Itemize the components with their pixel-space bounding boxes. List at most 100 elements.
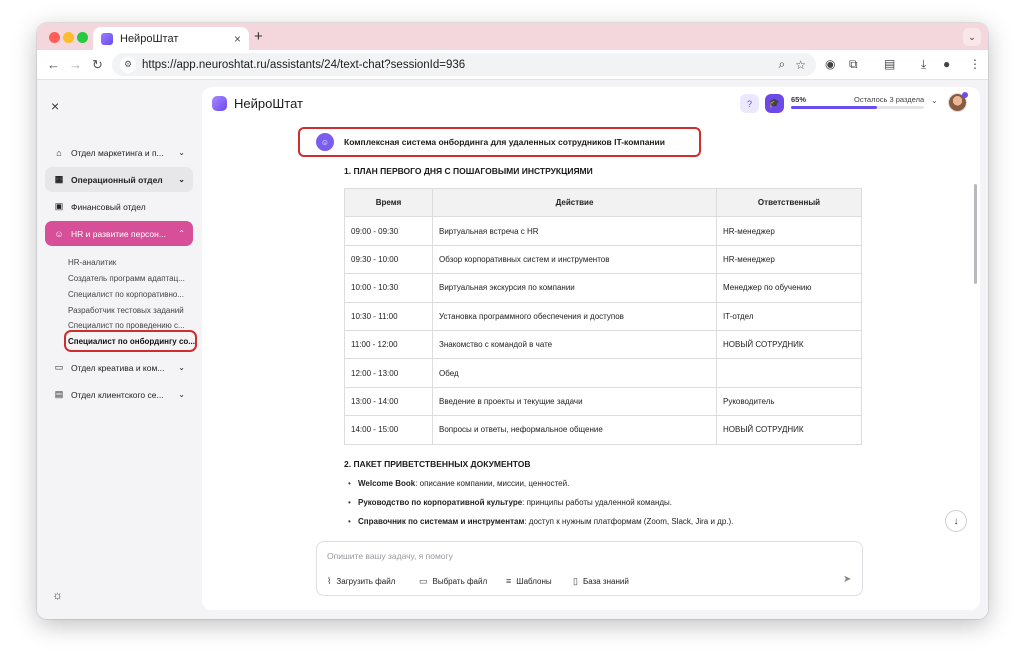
new-tab-button[interactable]: + xyxy=(254,28,263,45)
table-cell: Установка программного обеспечения и дос… xyxy=(432,301,717,331)
reload-icon[interactable]: ↻ xyxy=(92,57,103,73)
chevron-up-icon: ⌃ xyxy=(178,229,185,238)
table-cell: 09:30 - 10:00 xyxy=(344,244,433,275)
minimize-window-button[interactable] xyxy=(63,32,74,43)
close-window-button[interactable] xyxy=(49,32,60,43)
graduation-cap-button[interactable]: 🎓 xyxy=(765,94,784,113)
extension-icon[interactable]: ◉ xyxy=(825,57,835,71)
table-cell: 13:00 - 14:00 xyxy=(344,386,433,417)
sub-item-adaptation[interactable]: Создатель программ адаптац... xyxy=(68,273,195,285)
tab-close-icon[interactable]: × xyxy=(234,32,241,46)
site-info-icon[interactable]: ⚙ xyxy=(120,56,136,73)
sun-icon[interactable]: ☼ xyxy=(52,588,63,602)
sub-item-hr-analyst[interactable]: HR-аналитик xyxy=(68,257,195,269)
sidebar-item-hr[interactable]: ☺ HR и развитие персон... ⌃ xyxy=(45,221,193,246)
app-area: × ⌂ Отдел маркетинга и п... ⌄ ▦ Операцио… xyxy=(37,80,988,619)
templates-icon: ≡ xyxy=(506,576,512,586)
table-cell: Виртуальная экскурсия по компании xyxy=(432,273,717,303)
table-cell: Руководитель xyxy=(716,386,862,417)
sidebar-item-finance[interactable]: ▣ Финансовый отдел xyxy=(45,194,193,219)
chat-icon: ▭ xyxy=(54,362,64,372)
column-header: Ответственный xyxy=(716,187,862,218)
section-heading: 2. ПАКЕТ ПРИВЕТСТВЕННЫХ ДОКУМЕНТОВ xyxy=(344,459,531,469)
zoom-icon[interactable]: ⌕ xyxy=(779,57,786,72)
forward-icon[interactable]: → xyxy=(69,57,82,72)
sidebar-item-creative[interactable]: ▭ Отдел креатива и ком... ⌄ xyxy=(45,355,193,380)
sub-item-test-tasks[interactable]: Разработчик тестовых заданий xyxy=(68,305,195,317)
sidebar-item-label: Отдел креатива и ком... xyxy=(71,362,165,373)
progress-fill xyxy=(791,106,878,109)
table-cell: Обед xyxy=(432,358,717,388)
id-card-icon: ▤ xyxy=(54,389,64,399)
sidebar-item-operations[interactable]: ▦ Операционный отдел ⌄ xyxy=(45,167,193,192)
puzzle-icon[interactable]: ⧉ xyxy=(849,57,858,72)
section-heading: 1. ПЛАН ПЕРВОГО ДНЯ С ПОШАГОВЫМИ ИНСТРУК… xyxy=(344,166,593,176)
tool-label: Загрузить файл xyxy=(336,577,396,586)
download-icon[interactable]: ⤓ xyxy=(921,57,926,72)
browser-window: НейроШтат × + ⌄ ← → ↻ ⚙ https://app.neur… xyxy=(37,23,988,619)
reading-list-icon[interactable]: ▤ xyxy=(884,57,895,71)
chevron-down-icon: ⌄ xyxy=(178,148,185,157)
table-row: 09:30 - 10:00 Обзор корпоративных систем … xyxy=(344,244,862,275)
table-cell: 09:00 - 09:30 xyxy=(344,216,433,246)
list-item: Справочник по системам и инструментам: д… xyxy=(348,512,828,531)
send-icon[interactable]: ➤ xyxy=(843,574,851,585)
table-cell: Обзор корпоративных систем и инструменто… xyxy=(432,244,717,275)
list-item-text: : доступ к нужным платформам (Zoom, Slac… xyxy=(524,517,734,526)
chevron-down-icon[interactable]: ⌄ xyxy=(931,96,938,105)
wallet-icon: ▣ xyxy=(54,201,64,211)
menu-icon[interactable]: ⋮ xyxy=(969,57,981,71)
list-item-title: Справочник по системам и инструментам xyxy=(358,517,525,526)
help-button[interactable]: ? xyxy=(740,94,759,113)
folder-icon: ▭ xyxy=(419,576,428,586)
knowledge-base-button[interactable]: ▯ База знаний xyxy=(573,576,629,587)
chevron-down-icon: ⌄ xyxy=(178,175,185,184)
chevron-down-icon: ⌄ xyxy=(178,363,185,372)
brand-logo-icon xyxy=(212,96,227,111)
profile-icon[interactable]: ● xyxy=(943,57,950,71)
schedule-table: Время Действие Ответственный 09:00 - 09:… xyxy=(344,187,862,445)
table-cell: Виртуальная встреча с HR xyxy=(432,216,717,246)
tool-label: Шаблоны xyxy=(516,576,552,586)
choose-file-button[interactable]: ▭ Выбрать файл xyxy=(419,576,487,587)
sidebar-item-label: Отдел клиентского се... xyxy=(71,389,164,400)
list-item-text: : описание компании, миссии, ценностей. xyxy=(415,479,570,488)
list-item-title: Welcome Book xyxy=(358,479,416,488)
prompt-input[interactable] xyxy=(327,551,827,561)
address-bar[interactable]: ⚙ https://app.neuroshtat.ru/assistants/2… xyxy=(112,53,816,76)
chevron-down-icon: ⌄ xyxy=(178,390,185,399)
tab-search-button[interactable]: ⌄ xyxy=(963,28,981,46)
table-cell: 10:30 - 11:00 xyxy=(344,301,433,331)
list-item-text: : принципы работы удаленной команды. xyxy=(522,498,673,507)
bookmark-star-icon[interactable]: ☆ xyxy=(795,58,806,72)
browser-tab[interactable]: НейроШтат × xyxy=(93,27,249,50)
scrollbar[interactable] xyxy=(974,184,977,284)
composer: ⌇ Загрузить файл ▭ Выбрать файл ≡ Шаблоны ▯… xyxy=(316,541,863,596)
scroll-down-button[interactable]: ↓ xyxy=(945,510,967,532)
url-text[interactable]: https://app.neuroshtat.ru/assistants/24/… xyxy=(142,59,779,71)
sidebar-item-client-service[interactable]: ▤ Отдел клиентского се... ⌄ xyxy=(45,382,193,407)
table-cell: Знакомство с командой в чате xyxy=(432,329,717,360)
close-sidebar-icon[interactable]: × xyxy=(51,98,59,114)
table-row: 12:00 - 13:00 Обед xyxy=(344,358,862,388)
maximize-window-button[interactable] xyxy=(77,32,88,43)
table-row: 10:30 - 11:00 Установка программного обес… xyxy=(344,301,862,331)
browser-toolbar: ← → ↻ ⚙ https://app.neuroshtat.ru/assist… xyxy=(37,50,988,80)
assistant-chip: ☺ Комплексная система онбординга для уда… xyxy=(298,127,701,157)
table-cell: IT-отдел xyxy=(716,301,862,331)
sidebar-item-marketing[interactable]: ⌂ Отдел маркетинга и п... ⌄ xyxy=(45,140,193,165)
grid-icon: ▦ xyxy=(54,174,64,184)
table-cell: 10:00 - 10:30 xyxy=(344,273,433,303)
favicon-icon xyxy=(101,32,113,45)
selection-highlight xyxy=(64,330,197,352)
paperclip-icon: ⌇ xyxy=(327,576,332,586)
documents-list: Welcome Book: описание компании, миссии,… xyxy=(348,474,828,531)
back-icon[interactable]: ← xyxy=(47,57,60,72)
templates-button[interactable]: ≡ Шаблоны xyxy=(506,576,552,586)
progress-bar xyxy=(791,106,924,109)
sub-item-corporate[interactable]: Специалист по корпоративно... xyxy=(68,289,195,301)
notification-dot xyxy=(962,92,968,98)
people-icon: ☺ xyxy=(316,133,334,151)
book-icon: ▯ xyxy=(573,576,578,586)
upload-file-button[interactable]: ⌇ Загрузить файл xyxy=(327,576,395,587)
